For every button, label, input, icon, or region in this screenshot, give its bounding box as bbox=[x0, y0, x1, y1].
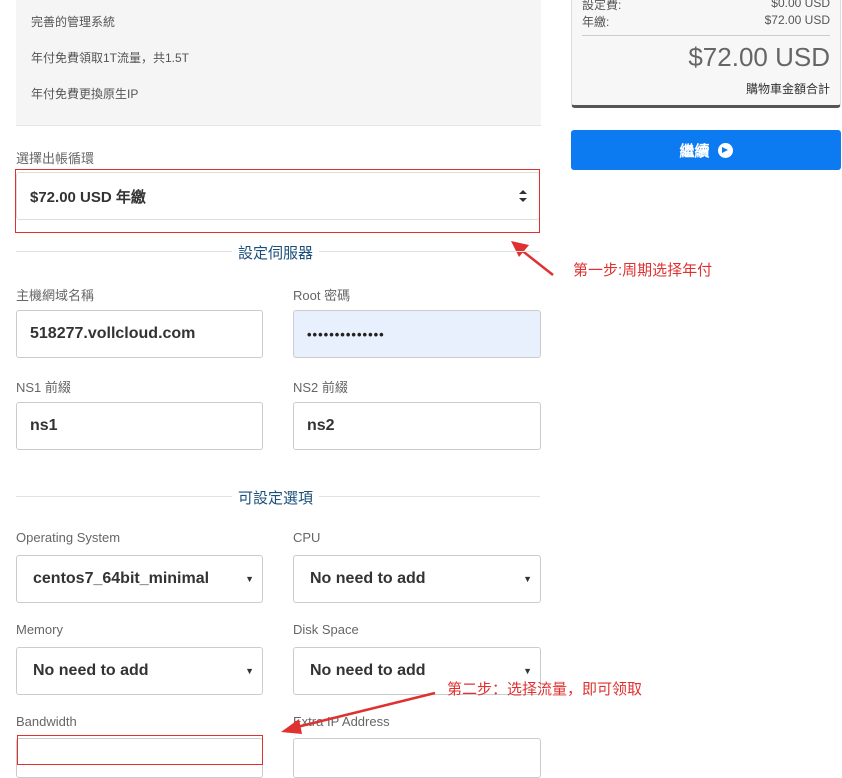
ns2-label: NS2 前綴 bbox=[293, 380, 348, 395]
os-select[interactable]: centos7_64bit_minimal ▼ bbox=[16, 555, 263, 603]
step2-annotation: 第二步：选择流量，即可领取 bbox=[447, 681, 643, 698]
annual-fee-value: $72.00 USD bbox=[764, 13, 830, 27]
disk-label: Disk Space bbox=[293, 622, 359, 637]
cpu-value: No need to add bbox=[310, 570, 426, 587]
feature-line-traffic: 年付免費領取1T流量，共1.5T bbox=[31, 51, 190, 65]
billing-cycle-label: 選擇出帳循環 bbox=[16, 151, 95, 166]
annual-fee-row: 年繳: $72.00 USD bbox=[582, 13, 830, 30]
summary-divider bbox=[582, 35, 830, 36]
root-password-input[interactable]: •••••••••••••• bbox=[293, 310, 541, 358]
cart-total-label: 購物車金額合計 bbox=[745, 82, 830, 96]
step1-arrow-icon bbox=[511, 241, 554, 276]
hostname-label: 主機網域名稱 bbox=[16, 288, 95, 303]
step1-highlight-box bbox=[15, 169, 540, 233]
memory-select[interactable]: No need to add ▼ bbox=[16, 647, 263, 695]
ns2-value: ns2 bbox=[307, 417, 335, 434]
ns1-value: ns1 bbox=[30, 417, 58, 434]
chevron-down-icon: ▼ bbox=[523, 574, 532, 584]
os-label: Operating System bbox=[16, 530, 121, 545]
bandwidth-label: Bandwidth bbox=[16, 714, 77, 729]
setup-fee-row: 設定費: $0.00 USD bbox=[582, 0, 830, 13]
step1-annotation: 第一步:周期选择年付 bbox=[573, 262, 713, 279]
ns2-input[interactable]: ns2 bbox=[293, 402, 541, 450]
cpu-select[interactable]: No need to add ▼ bbox=[293, 555, 541, 603]
feature-line-management: 完善的管理系統 bbox=[31, 15, 116, 29]
root-password-value: •••••••••••••• bbox=[307, 326, 385, 342]
continue-button[interactable]: 繼續 bbox=[571, 130, 841, 170]
disk-value: No need to add bbox=[310, 662, 426, 679]
chevron-down-icon: ▼ bbox=[245, 574, 254, 584]
options-section-title: 可設定選項 bbox=[232, 487, 320, 508]
memory-label: Memory bbox=[16, 622, 63, 637]
setup-fee-label: 設定費: bbox=[582, 0, 622, 12]
chevron-down-icon: ▼ bbox=[523, 666, 532, 676]
step2-highlight-box bbox=[17, 735, 263, 765]
server-section-title: 設定伺服器 bbox=[232, 242, 320, 263]
ns1-input[interactable]: ns1 bbox=[16, 402, 263, 450]
annual-fee-label: 年繳: bbox=[582, 15, 610, 29]
chevron-down-icon: ▼ bbox=[245, 666, 254, 676]
cpu-label: CPU bbox=[293, 530, 321, 545]
order-summary-panel: 設定費: $0.00 USD 年繳: $72.00 USD $72.00 USD… bbox=[571, 0, 841, 108]
hostname-value: 518277.vollcloud.com bbox=[30, 325, 196, 342]
step2-arrow-icon bbox=[281, 691, 436, 734]
ns1-label: NS1 前綴 bbox=[16, 380, 71, 395]
memory-value: No need to add bbox=[33, 662, 149, 679]
root-password-label: Root 密碼 bbox=[293, 288, 351, 303]
os-value: centos7_64bit_minimal bbox=[33, 570, 210, 587]
cart-total-amount: $72.00 USD bbox=[688, 42, 830, 72]
hostname-input[interactable]: 518277.vollcloud.com bbox=[16, 310, 263, 358]
continue-button-label: 繼續 bbox=[679, 142, 710, 160]
feature-line-native-ip: 年付免費更換原生IP bbox=[31, 87, 139, 101]
arrow-right-circle-icon bbox=[717, 142, 733, 158]
features-panel: 完善的管理系統 年付免費領取1T流量，共1.5T 年付免費更換原生IP bbox=[16, 0, 541, 126]
setup-fee-value: $0.00 USD bbox=[771, 0, 830, 10]
extra-ip-select[interactable] bbox=[293, 738, 541, 778]
